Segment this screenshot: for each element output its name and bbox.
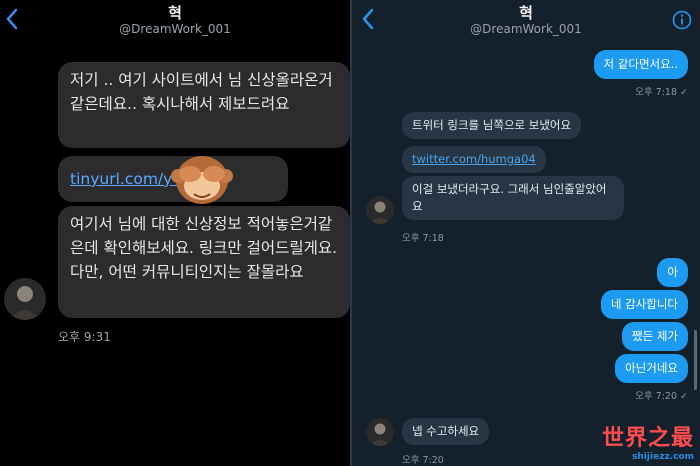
incoming-message: 넵 수고하세요 [402,418,490,445]
info-icon[interactable] [672,10,692,30]
outgoing-message: 네 감사합니다 [600,290,688,319]
chat-header: 혁 @DreamWork_001 [352,0,700,46]
see-no-evil-monkey-emoji [171,156,233,204]
avatar-image [366,196,394,224]
message-timestamp: 오후 7:20 [402,455,444,466]
message-timestamp: 오후 9:31 [58,330,111,344]
incoming-link: twitter.com/humga04 [402,146,546,173]
outgoing-message: 아닌거네요 [615,354,688,383]
message-text: 넵 수고하세요 [412,424,480,438]
left-screenshot: 혁 @DreamWork_001 저기 .. 여기 사이트에서 님 신상올라온거… [0,0,350,466]
message-bubble: 저기 .. 여기 사이트에서 님 신상올라온거같은데요.. 혹시나해서 제보드려… [58,62,350,148]
message-timestamp: 오후 7:18 ✓ [635,87,688,98]
message-text: 트위터 링크를 님쪽으로 보냈어요 [412,118,572,132]
contact-handle: @DreamWork_001 [470,22,582,36]
message-text: 아닌거네요 [625,361,678,375]
watermark-url: shijiezz.com [632,452,694,462]
message-text: 아 [667,265,678,279]
right-screenshot: 혁 @DreamWork_001 저 같다면서요.. 오후 7:18 ✓ 트위터… [352,0,700,466]
message-timestamp: 오후 7:20 ✓ [635,391,688,402]
avatar[interactable] [366,418,394,446]
incoming-message: 트위터 링크를 님쪽으로 보냈어요 [402,112,582,139]
contact-name: 혁 [168,4,182,22]
contact-handle: @DreamWork_001 [119,22,231,36]
outgoing-message: 저 같다면서요.. [593,50,688,79]
watermark-title: 世界之最 [601,426,694,451]
chat-header: 혁 @DreamWork_001 [0,0,350,46]
avatar[interactable] [366,196,394,224]
avatar-image [4,278,46,320]
message-text: 네 감사합니다 [610,297,678,311]
avatar-image [366,418,394,446]
watermark: 世界之最 shijiezz.com [602,420,694,462]
message-bubble: 여기서 님에 대한 신상정보 적어놓은거같은데 확인해보세요. 링크만 걸어드릴… [58,206,350,318]
outgoing-message: 쨌든 제가 [622,322,688,351]
message-text: 여기서 님에 대한 신상정보 적어놓은거같은데 확인해보세요. 링크만 걸어드릴… [70,215,338,281]
message-timestamp: 오후 7:18 [402,233,444,244]
contact-name: 혁 [519,4,533,22]
message-text: 이걸 보냈더라구요. 그래서 님인줄알았어요 [412,182,607,213]
avatar[interactable] [4,278,46,320]
message-link[interactable]: twitter.com/humga04 [412,152,536,166]
message-text: 쨌든 제가 [632,329,678,343]
message-text: 저기 .. 여기 사이트에서 님 신상올라온거같은데요.. 혹시나해서 제보드려… [70,71,333,113]
message-text: 저 같다면서요.. [603,57,678,71]
outgoing-message: 아 [657,258,688,287]
incoming-message: 이걸 보냈더라구요. 그래서 님인줄알았어요 [402,176,624,220]
scrollbar[interactable] [694,330,697,390]
